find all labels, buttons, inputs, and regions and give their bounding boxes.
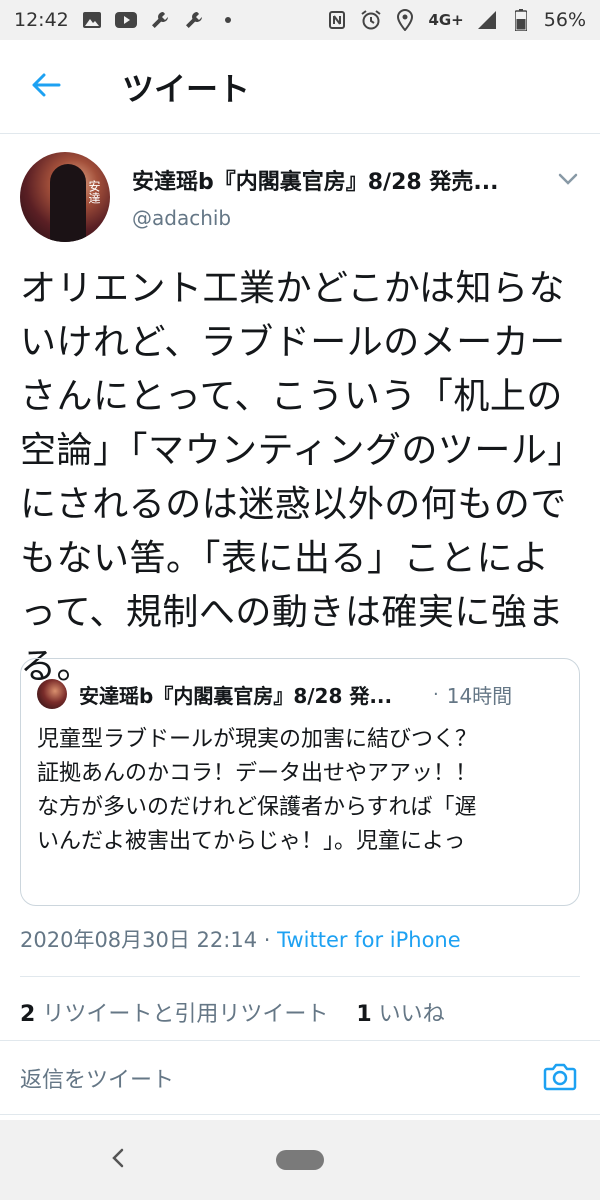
dot-icon: [217, 9, 239, 31]
status-time: 12:42: [14, 9, 69, 31]
nfc-icon: [326, 9, 348, 31]
camera-icon: [543, 1061, 577, 1095]
wrench-icon: [183, 9, 205, 31]
like-label: いいね: [378, 1002, 445, 1027]
retweet-count: 2: [20, 1002, 36, 1027]
author-display-name[interactable]: 安達瑶b『内閣裏官房』8/28 発売...: [132, 164, 542, 196]
avatar-caption: 安達: [87, 180, 101, 204]
tweet-stats: 2 リツイートと引用リツイート 1 いいね: [20, 996, 445, 1028]
reply-input[interactable]: 返信をツイート: [20, 1062, 500, 1094]
avatar-figure: [50, 164, 86, 242]
quoted-text: 児童型ラブドールが現実の加害に結びつく？ 証拠あんのかコラ！データ出せやアアッ！…: [37, 723, 563, 859]
tweet-source-link[interactable]: Twitter for iPhone: [277, 928, 461, 952]
youtube-icon: [114, 9, 137, 31]
battery-percent: 56%: [543, 9, 586, 31]
signal-icon: [476, 9, 498, 31]
status-right: 4G+ 56%: [326, 9, 586, 31]
avatar[interactable]: 安達: [20, 152, 110, 242]
system-nav-bar: [0, 1120, 600, 1200]
image-icon: [81, 9, 103, 31]
page-title: ツイート: [122, 69, 251, 108]
quoted-text-line: いんだよ被害出てからじゃ！」。児童によっ: [37, 829, 466, 854]
back-button[interactable]: [18, 59, 74, 115]
quoted-text-line: 児童型ラブドールが現実の加害に結びつく？: [37, 727, 478, 752]
tweet-author: 安達 安達瑶b『内閣裏官房』8/28 発売... @adachib: [20, 152, 585, 242]
chevron-left-icon: [111, 1147, 125, 1173]
system-back-button[interactable]: [102, 1144, 134, 1176]
app-header: ツイート: [0, 40, 600, 134]
quoted-text-line: 証拠あんのかコラ！データ出せやアアッ！！: [37, 761, 478, 786]
network-type: 4G+: [428, 11, 464, 29]
wrench-icon: [149, 9, 171, 31]
system-home-button[interactable]: [276, 1150, 324, 1170]
tweet-timestamp: 2020年08月30日 22:14: [20, 928, 258, 952]
retweets-stat[interactable]: 2 リツイートと引用リツイート: [20, 1002, 328, 1027]
quoted-separator: ·: [433, 683, 439, 705]
camera-button[interactable]: [540, 1058, 580, 1098]
quoted-tweet-header: 安達瑶b『内閣裏官房』8/28 発... · 14時間: [37, 677, 563, 711]
battery-icon: [510, 9, 532, 31]
arrow-left-icon: [31, 73, 61, 101]
quoted-time: 14時間: [446, 683, 513, 708]
alarm-icon: [360, 9, 382, 31]
quoted-display-name: 安達瑶b『内閣裏官房』8/28 発...: [79, 683, 393, 708]
quoted-avatar: [37, 679, 67, 709]
tweet-menu-button[interactable]: [553, 164, 583, 194]
tweet-meta: 2020年08月30日 22:14 · Twitter for iPhone: [20, 924, 461, 954]
location-icon: [394, 9, 416, 31]
quoted-tweet[interactable]: 安達瑶b『内閣裏官房』8/28 発... · 14時間 児童型ラブドールが現実の…: [20, 658, 580, 906]
reply-bar: 返信をツイート: [0, 1041, 600, 1115]
status-bar: 12:42 4G+ 56%: [0, 0, 600, 40]
divider: [20, 976, 580, 977]
like-count: 1: [356, 1002, 372, 1027]
status-left: 12:42: [14, 9, 239, 31]
author-handle[interactable]: @adachib: [132, 206, 231, 230]
likes-stat[interactable]: 1 いいね: [356, 1002, 444, 1027]
quoted-text-line: な方が多いのだけれど保護者からすれば「遅: [37, 795, 477, 820]
tweet-text: オリエント工業かどこかは知らないけれど、ラブドールのメーカーさんにとって、こうい…: [20, 268, 567, 687]
retweet-label: リツイートと引用リツイート: [42, 1002, 329, 1027]
meta-separator: ·: [263, 928, 271, 952]
chevron-down-icon: [558, 170, 578, 189]
